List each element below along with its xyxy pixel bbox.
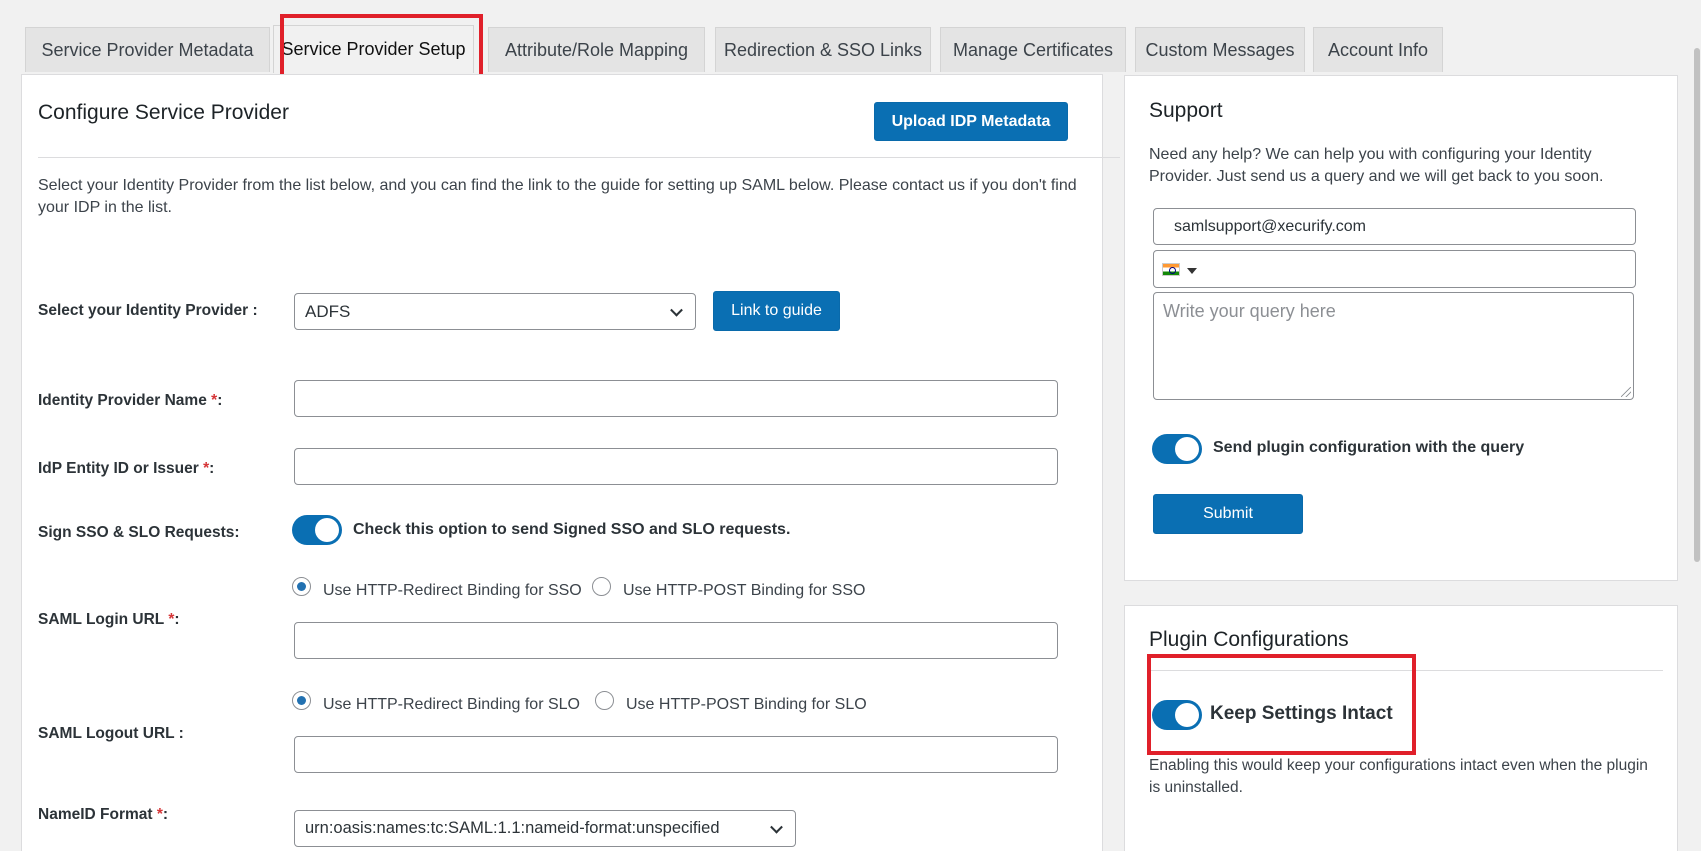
divider [38, 157, 1120, 158]
chevron-down-icon [770, 820, 783, 834]
support-title: Support [1149, 99, 1223, 122]
configure-sp-panel: Configure Service Provider Upload IDP Me… [21, 74, 1120, 851]
caret-down-icon[interactable] [1187, 268, 1197, 274]
support-submit-button[interactable]: Submit [1153, 494, 1303, 534]
send-config-label: Send plugin configuration with the query [1213, 439, 1525, 456]
keep-settings-highlight [1147, 654, 1416, 755]
query-placeholder: Write your query here [1163, 301, 1336, 321]
tab-attribute-role-mapping[interactable]: Attribute/Role Mapping [488, 27, 705, 72]
idp-select-value: ADFS [305, 301, 351, 321]
entity-id-input[interactable] [294, 448, 1058, 485]
slo-redirect-radio[interactable] [292, 691, 311, 710]
support-query-textarea[interactable]: Write your query here [1153, 292, 1634, 400]
setup-description: Select your Identity Provider from the l… [38, 177, 1077, 216]
idp-select-label: Select your Identity Provider : [38, 302, 258, 319]
sign-requests-toggle[interactable] [292, 515, 342, 545]
idp-name-input[interactable] [294, 380, 1058, 417]
link-to-guide-button[interactable]: Link to guide [713, 291, 840, 331]
resize-handle-icon[interactable] [1621, 387, 1631, 397]
sign-requests-label: Sign SSO & SLO Requests: [38, 524, 240, 541]
app-root: Service Provider Metadata Service Provid… [0, 0, 1701, 851]
plugin-config-title: Plugin Configurations [1149, 628, 1349, 651]
sso-post-radio[interactable] [592, 577, 611, 596]
sign-requests-toggle-text: Check this option to send Signed SSO and… [353, 521, 791, 538]
entity-id-label: IdP Entity ID or Issuer *: [38, 460, 215, 477]
support-email-input[interactable]: samlsupport@xecurify.com [1153, 208, 1636, 245]
tab-account-info[interactable]: Account Info [1313, 27, 1443, 72]
login-url-input[interactable] [294, 622, 1058, 659]
chevron-down-icon [670, 303, 683, 317]
slo-post-label: Use HTTP-POST Binding for SLO [626, 696, 867, 713]
nameid-format-select[interactable]: urn:oasis:names:tc:SAML:1.1:nameid-forma… [294, 810, 796, 847]
send-config-toggle[interactable] [1152, 434, 1202, 464]
sso-redirect-radio[interactable] [292, 577, 311, 596]
logout-url-input[interactable] [294, 736, 1058, 773]
login-url-label: SAML Login URL *: [38, 611, 180, 628]
slo-post-radio[interactable] [595, 691, 614, 710]
sso-post-label: Use HTTP-POST Binding for SSO [623, 582, 866, 599]
keep-settings-description: Enabling this would keep your configurat… [1149, 757, 1648, 796]
support-description: Need any help? We can help you with conf… [1149, 146, 1604, 185]
tab-custom-messages[interactable]: Custom Messages [1135, 27, 1305, 72]
idp-select[interactable]: ADFS [294, 293, 696, 330]
scrollbar-thumb[interactable] [1694, 48, 1700, 562]
nameid-format-value: urn:oasis:names:tc:SAML:1.1:nameid-forma… [305, 819, 720, 837]
nameid-label: NameID Format *: [38, 806, 169, 823]
tab-service-provider-metadata[interactable]: Service Provider Metadata [25, 27, 270, 72]
page-title: Configure Service Provider [38, 101, 289, 124]
support-phone-input[interactable] [1153, 250, 1636, 288]
support-panel: Support Need any help? We can help you w… [1124, 75, 1678, 581]
slo-redirect-label: Use HTTP-Redirect Binding for SLO [323, 696, 580, 713]
idp-name-label: Identity Provider Name *: [38, 392, 223, 409]
tab-redirection-sso-links[interactable]: Redirection & SSO Links [715, 27, 931, 72]
india-flag-icon[interactable] [1162, 263, 1180, 276]
logout-url-label: SAML Logout URL : [38, 725, 184, 742]
sso-redirect-label: Use HTTP-Redirect Binding for SSO [323, 582, 582, 599]
tab-manage-certificates[interactable]: Manage Certificates [940, 27, 1126, 72]
upload-idp-metadata-button[interactable]: Upload IDP Metadata [874, 102, 1068, 141]
